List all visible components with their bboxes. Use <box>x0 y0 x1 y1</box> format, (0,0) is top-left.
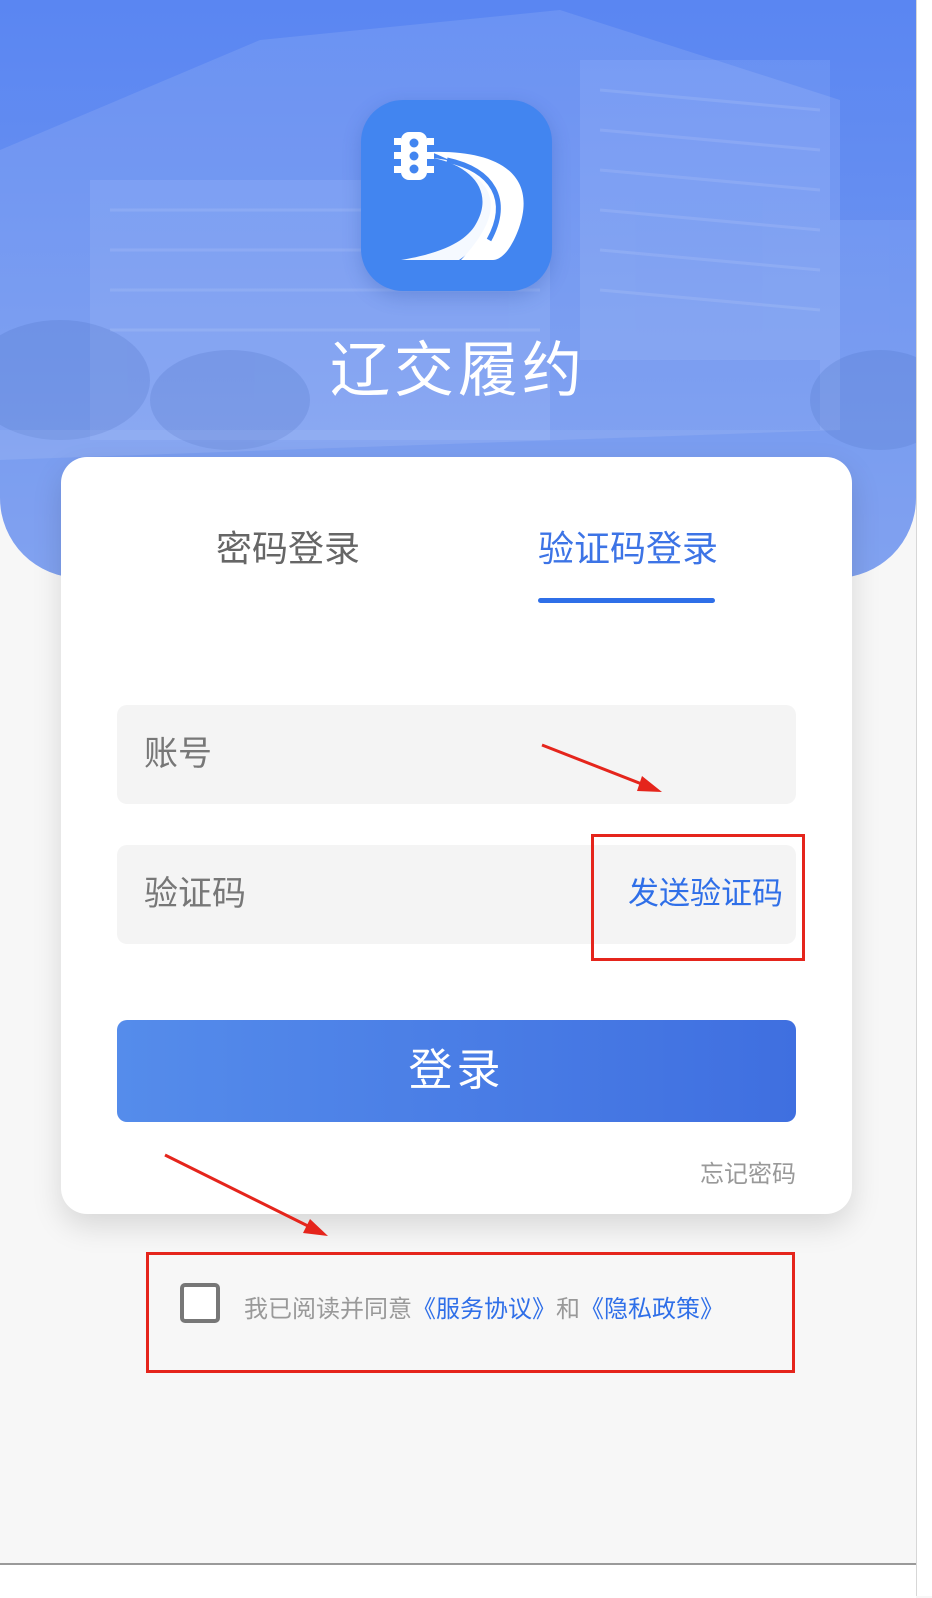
login-button[interactable]: 登录 <box>117 1020 796 1122</box>
forgot-password-link[interactable]: 忘记密码 <box>700 1154 796 1189</box>
app-logo <box>361 100 552 291</box>
app-title: 辽交履约 <box>330 336 586 406</box>
traffic-light-icon <box>394 132 434 180</box>
tab-password-login[interactable]: 密码登录 <box>216 520 360 572</box>
window-right-edge <box>916 0 932 1596</box>
annotation-box-agreement <box>146 1252 795 1373</box>
annotation-arrowhead-agreement <box>303 1219 328 1236</box>
annotation-box-send-code <box>591 834 805 961</box>
account-input[interactable] <box>117 705 796 804</box>
window-bottom-edge <box>0 1563 916 1598</box>
account-placeholder: 账号 <box>144 734 212 774</box>
verification-code-placeholder: 验证码 <box>144 874 246 914</box>
active-tab-indicator <box>538 598 715 603</box>
tab-sms-login[interactable]: 验证码登录 <box>538 520 718 572</box>
